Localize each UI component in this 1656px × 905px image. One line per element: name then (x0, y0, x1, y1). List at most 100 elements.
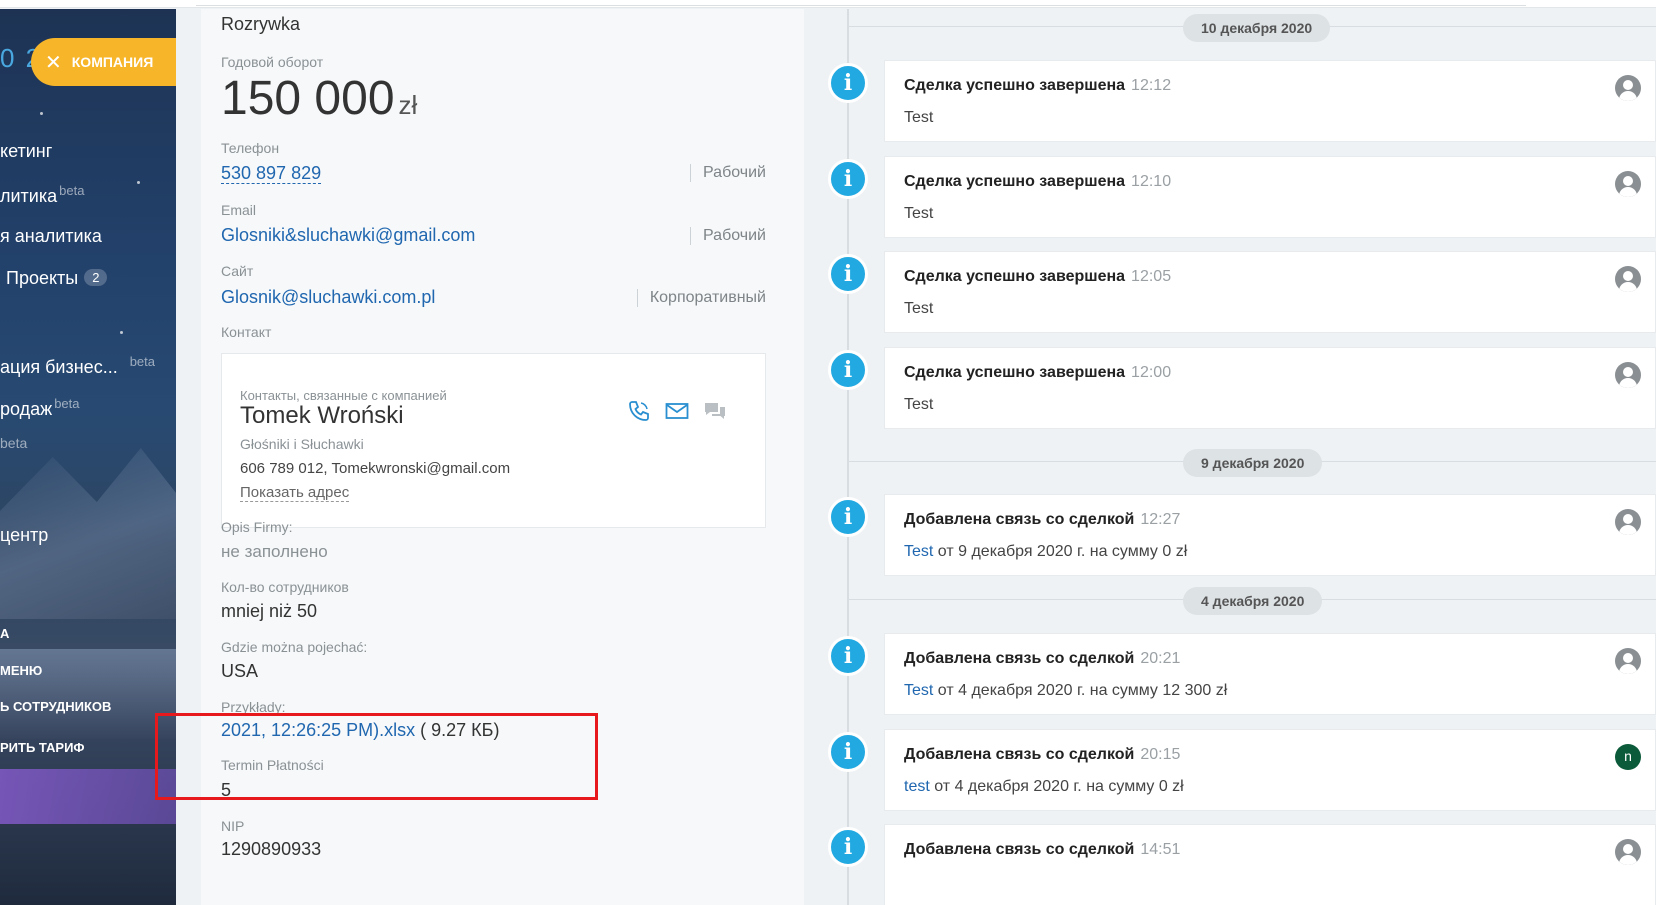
sidebar-item-beta[interactable]: beta (0, 435, 27, 451)
date-pill: 4 декабря 2020 (1183, 587, 1323, 615)
sidebar-item-employees[interactable]: Ь СОТРУДНИКОВ (0, 699, 111, 714)
info-icon: i (828, 254, 868, 294)
contact-card: Контакты, связанные с компанией Tomek Wr… (221, 353, 766, 528)
description-label: Opis Firmy: (221, 519, 293, 535)
event-title: Сделка успешно завершена (904, 77, 1126, 94)
event-title: Сделка успешно завершена (904, 173, 1126, 190)
sidebar-item-upgrade-tariff[interactable]: РИТЬ ТАРИФ (0, 740, 85, 755)
info-icon: i (828, 497, 868, 537)
contact-name[interactable]: Tomek Wroński (240, 402, 404, 430)
timeline-event: Сделка успешно завершена 12:12 Test (884, 60, 1656, 142)
deal-link[interactable]: Test (904, 543, 933, 560)
sidebar-item-a[interactable]: А (0, 626, 9, 641)
info-icon: i (828, 827, 868, 867)
contact-organization: Głośniki i Słuchawki (240, 436, 364, 452)
user-initial-avatar[interactable]: n (1615, 744, 1641, 770)
date-separator: 10 декабря 2020 (847, 14, 1656, 42)
turnover-value: 150 000 zł (221, 72, 418, 125)
user-avatar-icon[interactable] (1615, 362, 1641, 388)
nip-label: NIP (221, 818, 245, 834)
sidebar-item-menu[interactable]: МЕНЮ (0, 663, 42, 678)
user-avatar-icon[interactable] (1615, 75, 1641, 101)
event-body: Test (904, 109, 934, 126)
sidebar-item-business-automation[interactable]: ация бизнес... beta (0, 354, 155, 378)
user-avatar-icon[interactable] (1615, 839, 1641, 865)
sidebar-item-sales[interactable]: родаж beta (0, 396, 80, 420)
event-title: Сделка успешно завершена (904, 364, 1126, 381)
highlight-box (155, 713, 598, 800)
show-address-link[interactable]: Показать адрес (240, 484, 350, 502)
close-icon[interactable]: ✕ (45, 50, 62, 75)
company-category: Rozrywka (221, 14, 301, 34)
event-body: Test от 4 декабря 2020 г. на сумму 12 30… (904, 682, 1228, 699)
event-time: 20:21 (1140, 650, 1181, 667)
timeline-event: Добавлена связь со сделкой 12:27 Test от … (884, 494, 1656, 576)
company-button-label: КОМПАНИЯ (71, 54, 154, 70)
projects-count-badge: 2 (84, 269, 108, 286)
timeline-event: Сделка успешно завершена 12:10 Test (884, 156, 1656, 238)
event-body: Test от 9 декабря 2020 г. на сумму 0 zł (904, 543, 1188, 560)
event-time: 12:00 (1131, 364, 1172, 381)
info-icon: i (828, 350, 868, 390)
timeline-event: Сделка успешно завершена 12:05 Test (884, 251, 1656, 333)
turnover-label: Годовой оборот (221, 54, 324, 70)
info-icon: i (828, 63, 868, 103)
contact-details: 606 789 012, Tomekwronski@gmail.com (240, 460, 511, 477)
sidebar: 0 2 ✕ КОМПАНИЯ кетинг литика beta я анали… (0, 9, 176, 905)
event-body: Test (904, 300, 934, 317)
info-icon: i (828, 159, 868, 199)
date-separator: 4 декабря 2020 (847, 587, 1656, 615)
sidebar-item-projects[interactable]: Проекты 2 (6, 268, 108, 289)
event-time: 12:12 (1131, 77, 1172, 94)
user-avatar-icon[interactable] (1615, 266, 1641, 292)
upgrade-tariff-highlight (0, 769, 176, 824)
event-title: Сделка успешно завершена (904, 268, 1126, 285)
sidebar-item-custom-analytics[interactable]: я аналитика (0, 226, 102, 247)
site-link[interactable]: Glosnik@sluchawki.com.pl (221, 287, 435, 308)
info-icon: i (828, 636, 868, 676)
mail-icon[interactable] (664, 398, 690, 424)
email-label: Email (221, 202, 257, 218)
company-button[interactable]: ✕ КОМПАНИЯ (31, 38, 176, 86)
user-avatar-icon[interactable] (1615, 648, 1641, 674)
user-avatar-icon[interactable] (1615, 171, 1641, 197)
date-separator: 9 декабря 2020 (847, 449, 1656, 477)
user-avatar-icon[interactable] (1615, 509, 1641, 535)
deal-link[interactable]: Test (904, 682, 933, 699)
nip-value: 1290890933 (221, 839, 322, 859)
employees-label: Кол-во сотрудников (221, 579, 349, 595)
top-bar (0, 0, 1656, 8)
event-title: Добавлена связь со сделкой (904, 511, 1135, 528)
contact-label: Контакт (221, 324, 272, 340)
sidebar-item-center[interactable]: центр (0, 525, 48, 546)
info-icon: i (828, 732, 868, 772)
employees-value: mniej niż 50 (221, 601, 318, 621)
phone-link[interactable]: 530 897 829 (221, 163, 322, 184)
site-type: Корпоративный (636, 289, 766, 307)
destination-value: USA (221, 661, 259, 681)
activity-timeline: 10 декабря 2020 9 декабря 2020 4 декабря… (805, 9, 1656, 905)
event-title: Добавлена связь со сделкой (904, 746, 1135, 763)
deal-link[interactable]: test (904, 778, 930, 795)
event-body: test от 4 декабря 2020 г. на сумму 0 zł (904, 778, 1184, 795)
email-type: Рабочий (690, 227, 766, 245)
timeline-event: Добавлена связь со сделкой 20:15 test от … (884, 729, 1656, 811)
event-title: Добавлена связь со сделкой (904, 650, 1135, 667)
timeline-event: Добавлена связь со сделкой 14:51 (884, 824, 1656, 905)
timeline-event: Добавлена связь со сделкой 20:21 Test от … (884, 633, 1656, 715)
sidebar-item-analytics[interactable]: литика beta (0, 183, 84, 207)
timeline-event: Сделка успешно завершена 12:00 Test (884, 347, 1656, 429)
sidebar-item-marketing[interactable]: кетинг (0, 141, 52, 162)
destination-label: Gdzie można pojechać: (221, 639, 368, 655)
event-time: 20:15 (1140, 746, 1181, 763)
event-body: Test (904, 205, 934, 222)
event-time: 14:51 (1140, 841, 1181, 858)
contact-card-subtitle: Контакты, связанные с компанией (240, 388, 447, 403)
date-pill: 9 декабря 2020 (1183, 449, 1323, 477)
site-label: Сайт (221, 263, 254, 279)
email-link[interactable]: Glosniki&sluchawki@gmail.com (221, 225, 475, 246)
description-value: не заполнено (221, 542, 328, 561)
phone-icon[interactable] (626, 398, 652, 424)
chat-icon[interactable] (702, 398, 728, 424)
event-time: 12:10 (1131, 173, 1172, 190)
